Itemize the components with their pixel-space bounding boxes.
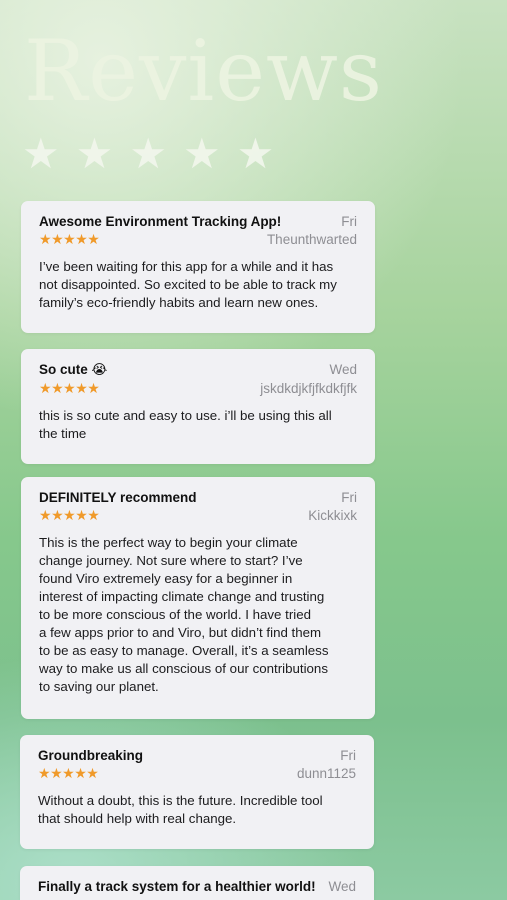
review-date: Wed xyxy=(329,362,357,377)
review-title: Finally a track system for a healthier w… xyxy=(38,879,316,894)
star-icon: ★ xyxy=(75,507,88,523)
star-icon: ★ xyxy=(63,380,76,396)
hero-rating-stars: ★ ★ ★ ★ ★ xyxy=(22,128,274,180)
review-author: jskdkdjkfjfkdkfjfk xyxy=(260,380,357,396)
star-icon: ★ xyxy=(39,507,52,523)
review-title: Groundbreaking xyxy=(38,748,144,763)
star-icon: ★ xyxy=(50,765,63,781)
star-icon: ★ xyxy=(62,765,75,781)
star-icon: ★ xyxy=(87,380,100,396)
review-rating: ★ ★ ★ ★ ★ xyxy=(39,506,100,524)
star-icon: ★ xyxy=(51,380,64,396)
review-body: This is the perfect way to begin your cl… xyxy=(39,535,329,694)
star-icon: ★ xyxy=(22,130,60,177)
star-icon: ★ xyxy=(129,130,167,177)
review-title: DEFINITELY recommend xyxy=(39,490,197,505)
review-title: Awesome Environment Tracking App! xyxy=(39,214,282,229)
review-body: this is so cute and easy to use. i’ll be… xyxy=(39,408,332,441)
review-body: I’ve been waiting for this app for a whi… xyxy=(39,259,337,310)
star-icon: ★ xyxy=(236,130,275,177)
star-icon: ★ xyxy=(75,380,88,396)
star-icon: ★ xyxy=(63,507,76,523)
star-icon: ★ xyxy=(38,765,51,781)
star-icon: ★ xyxy=(39,231,52,247)
star-icon: ★ xyxy=(87,507,100,523)
star-icon: ★ xyxy=(63,231,76,247)
star-icon: ★ xyxy=(87,231,100,247)
review-card[interactable]: Finally a track system for a healthier w… xyxy=(20,866,374,900)
review-author: dunn1125 xyxy=(296,765,356,781)
review-card[interactable]: So cute 😭 Wed ★ ★ ★ ★ ★ jskdkdjkfjfkdkfjfk t… xyxy=(21,349,375,464)
star-icon: ★ xyxy=(74,765,87,781)
star-icon: ★ xyxy=(51,507,64,523)
review-date: Fri xyxy=(340,748,356,763)
review-body: Without a doubt, this is the future. Inc… xyxy=(38,793,323,826)
review-date: Fri xyxy=(341,490,357,505)
star-icon: ★ xyxy=(51,231,64,247)
review-date: Fri xyxy=(341,214,357,229)
star-icon: ★ xyxy=(86,765,99,781)
star-icon: ★ xyxy=(39,380,52,396)
star-icon: ★ xyxy=(75,231,88,247)
review-title: So cute 😭 xyxy=(39,362,108,377)
review-date: Wed xyxy=(328,879,356,894)
review-card[interactable]: Awesome Environment Tracking App! Fri ★ ★… xyxy=(21,201,375,333)
review-rating: ★ ★ ★ ★ ★ xyxy=(38,764,99,782)
review-author: Theunthwarted xyxy=(266,231,357,247)
review-card[interactable]: DEFINITELY recommend Fri ★ ★ ★ ★ ★ Kickkixk … xyxy=(21,477,375,719)
star-icon: ★ xyxy=(182,130,221,177)
review-author: Kickkixk xyxy=(308,507,357,523)
star-icon: ★ xyxy=(75,130,114,177)
review-rating: ★ ★ ★ ★ ★ xyxy=(39,379,100,397)
review-card[interactable]: Groundbreaking Fri ★ ★ ★ ★ ★ dunn1125 Withou… xyxy=(20,735,374,849)
review-rating: ★ ★ ★ ★ ★ xyxy=(39,230,100,248)
page-title: Reviews xyxy=(24,22,383,120)
